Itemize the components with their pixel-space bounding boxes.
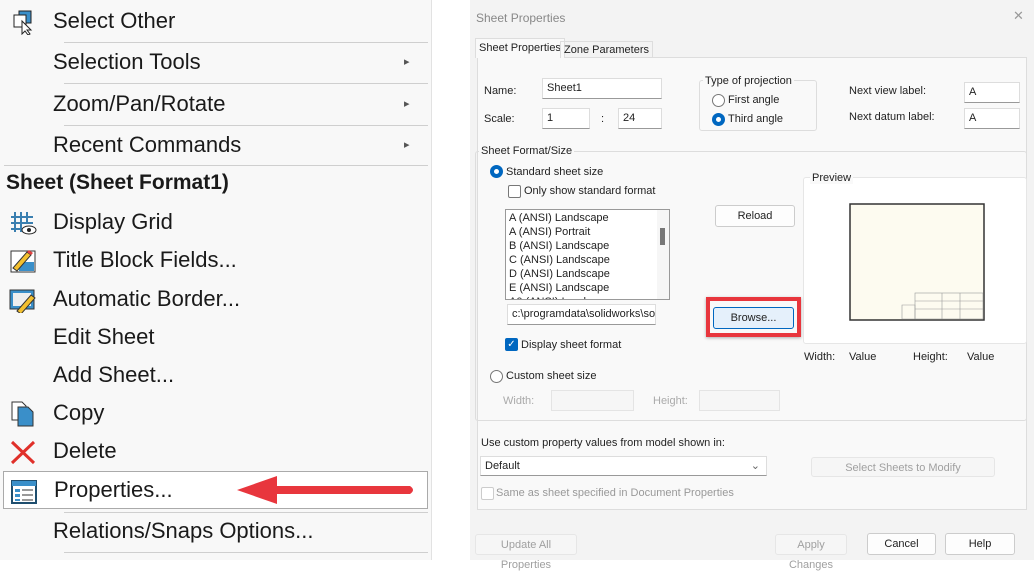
submenu-arrow-icon: ▸ xyxy=(404,139,410,151)
submenu-arrow-icon: ▸ xyxy=(404,56,410,68)
automatic-border-icon xyxy=(9,289,36,313)
standard-size-radio[interactable] xyxy=(490,165,503,178)
name-label: Name: xyxy=(484,85,517,97)
configuration-value: Default xyxy=(485,460,520,472)
first-angle-radio[interactable] xyxy=(712,94,725,107)
next-view-label: Next view label: xyxy=(849,85,927,97)
format-path-input[interactable]: c:\programdata\solidworks\solid xyxy=(507,304,656,325)
sheet-preview xyxy=(849,203,985,321)
preview-label: Preview xyxy=(810,172,854,184)
third-angle-radio[interactable] xyxy=(712,113,725,126)
menu-item-recent-commands[interactable]: Recent Commands ▸ xyxy=(0,126,430,164)
section-header: Sheet (Sheet Format1) xyxy=(6,171,229,194)
name-input[interactable]: Sheet1 xyxy=(542,78,662,99)
sheet-size-option[interactable]: A (ANSI) Portrait xyxy=(509,226,590,238)
next-datum-input[interactable]: A xyxy=(964,108,1020,129)
reload-button[interactable]: Reload xyxy=(715,205,795,227)
close-icon[interactable]: ✕ xyxy=(1013,8,1024,24)
menu-separator xyxy=(64,83,428,84)
context-menu: Select Other Selection Tools ▸ Zoom/Pan/… xyxy=(0,0,432,560)
sheet-properties-dialog: Sheet Properties ✕ Sheet Properties Zone… xyxy=(470,0,1034,571)
cancel-button[interactable]: Cancel xyxy=(867,533,936,555)
menu-separator xyxy=(64,552,428,553)
sheet-size-option[interactable]: E (ANSI) Landscape xyxy=(509,282,609,294)
copy-icon xyxy=(11,401,34,427)
first-angle-label: First angle xyxy=(728,94,780,106)
update-all-button[interactable]: Update All Properties xyxy=(475,534,577,571)
custom-width-label: Width: xyxy=(503,395,535,407)
menu-item-delete[interactable]: Delete xyxy=(0,432,430,470)
width-label: Width: xyxy=(804,351,836,363)
menu-item-title-block-fields[interactable]: Title Block Fields... xyxy=(0,241,430,279)
scale-numerator-input[interactable]: 1 xyxy=(542,108,590,129)
menu-item-relations-snaps-options[interactable]: Relations/Snaps Options... xyxy=(0,512,430,550)
only-standard-label: Only show standard format xyxy=(524,185,656,197)
title-block-icon xyxy=(10,250,36,273)
custom-property-label: Use custom property values from model sh… xyxy=(481,437,725,449)
menu-item-automatic-border[interactable]: Automatic Border... xyxy=(0,280,430,318)
height-value: Value xyxy=(967,351,995,363)
apply-changes-button[interactable]: Apply Changes xyxy=(775,534,847,571)
scrollbar-thumb[interactable] xyxy=(660,228,665,245)
select-other-icon xyxy=(13,10,33,35)
sheet-size-option[interactable]: C (ANSI) Landscape xyxy=(509,254,610,266)
scale-separator: : xyxy=(601,113,605,125)
custom-width-input[interactable] xyxy=(551,390,634,411)
display-format-label: Display sheet format xyxy=(521,339,622,351)
sheet-size-list[interactable]: A (ANSI) Landscape A (ANSI) Portrait B (AN… xyxy=(505,209,670,300)
custom-size-radio[interactable] xyxy=(490,370,503,383)
select-sheets-button[interactable]: Select Sheets to Modify xyxy=(811,457,995,477)
annotation-arrow xyxy=(237,476,413,504)
sheet-size-option[interactable]: D (ANSI) Landscape xyxy=(509,268,610,280)
display-grid-icon xyxy=(11,212,37,235)
custom-height-input[interactable] xyxy=(699,390,780,411)
tab-zone-parameters[interactable]: Zone Parameters xyxy=(560,41,653,58)
height-label: Height: xyxy=(913,351,948,363)
menu-item-add-sheet[interactable]: Add Sheet... xyxy=(0,356,430,394)
menu-item-copy[interactable]: Copy xyxy=(0,394,430,432)
sheet-size-option[interactable]: B (ANSI) Landscape xyxy=(509,240,609,252)
dialog-title: Sheet Properties xyxy=(476,11,566,25)
browse-button[interactable]: Browse... xyxy=(713,307,794,329)
sheet-format-title: Sheet Format/Size xyxy=(479,145,575,157)
menu-item-zoom-pan-rotate[interactable]: Zoom/Pan/Rotate ▸ xyxy=(0,85,430,123)
third-angle-label: Third angle xyxy=(728,113,784,125)
menu-item-selection-tools[interactable]: Selection Tools ▸ xyxy=(0,43,430,81)
display-format-checkbox[interactable]: ✓ xyxy=(505,338,518,351)
menu-item-display-grid[interactable]: Display Grid xyxy=(0,203,430,241)
tab-sheet-properties[interactable]: Sheet Properties xyxy=(475,38,565,58)
menu-item-edit-sheet[interactable]: Edit Sheet xyxy=(0,318,430,356)
configuration-select[interactable]: Default ⌄ xyxy=(480,456,767,476)
custom-height-label: Height: xyxy=(653,395,688,407)
chevron-down-icon: ⌄ xyxy=(750,460,760,472)
projection-title: Type of projection xyxy=(703,75,794,87)
properties-icon xyxy=(11,480,37,504)
scale-denominator-input[interactable]: 24 xyxy=(618,108,662,129)
width-value: Value xyxy=(849,351,877,363)
custom-size-label: Custom sheet size xyxy=(506,370,597,382)
help-button[interactable]: Help xyxy=(945,533,1015,555)
only-standard-checkbox[interactable] xyxy=(508,185,521,198)
menu-item-select-other[interactable]: Select Other xyxy=(0,2,430,40)
list-scrollbar[interactable] xyxy=(657,210,669,299)
delete-icon xyxy=(10,440,36,465)
next-datum-label: Next datum label: xyxy=(849,111,935,123)
sheet-size-option[interactable]: A0 (ANSI) Landscape xyxy=(509,296,615,299)
same-as-checkbox[interactable] xyxy=(481,487,494,500)
same-as-label: Same as sheet specified in Document Prop… xyxy=(496,487,734,499)
scale-label: Scale: xyxy=(484,113,515,125)
menu-separator xyxy=(4,165,428,166)
submenu-arrow-icon: ▸ xyxy=(404,98,410,110)
next-view-input[interactable]: A xyxy=(964,82,1020,103)
standard-size-label: Standard sheet size xyxy=(506,166,604,178)
sheet-size-option[interactable]: A (ANSI) Landscape xyxy=(509,212,609,224)
